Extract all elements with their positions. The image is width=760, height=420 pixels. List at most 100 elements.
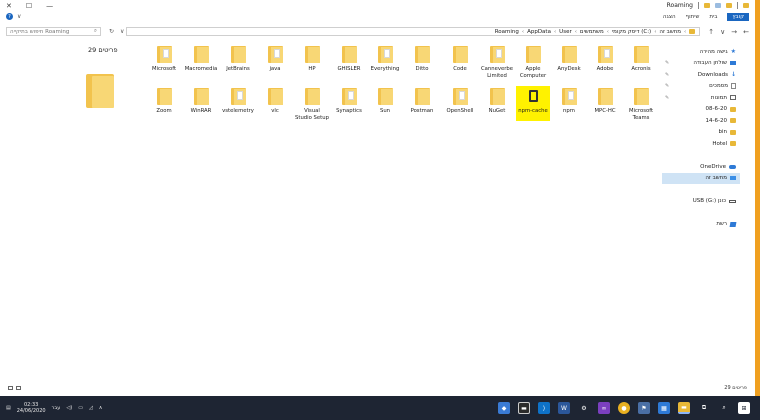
nav-item[interactable]: מחשב זה (662, 172, 740, 184)
address-dropdown-icon[interactable]: ∨ (120, 28, 124, 35)
task-view-icon[interactable]: ⧉ (698, 402, 710, 414)
start-icon[interactable]: ⊞ (738, 402, 750, 414)
visual-studio-icon[interactable]: ∞ (598, 402, 610, 414)
nav-item[interactable]: 08-6-20 (662, 104, 740, 116)
nav-item-label: bin (718, 129, 727, 136)
vscode-icon[interactable]: ⟩ (538, 402, 550, 414)
search-input[interactable]: חיפוש בתיקייה Roaming ⌕ (6, 27, 101, 36)
nav-item[interactable]: OneDrive (662, 161, 740, 173)
folder-label: Zoom (156, 108, 172, 114)
folder-item[interactable]: Postman (407, 88, 437, 115)
folder-label: Apple Computer (519, 66, 547, 79)
folder-icon (597, 46, 613, 63)
folder-item[interactable]: HP (297, 46, 327, 73)
folder-item[interactable]: GHISLER (334, 46, 364, 73)
folder-item[interactable]: JetBrains (223, 46, 253, 73)
folder-item[interactable]: Microsoft Teams (626, 88, 656, 121)
store-icon[interactable]: ▦ (658, 402, 670, 414)
close-button[interactable]: ✕ (6, 2, 12, 10)
folder-icon (597, 88, 613, 105)
folder-item[interactable]: MPC-HC (590, 88, 620, 115)
nav-item[interactable]: USB (G:) כונן (662, 196, 740, 208)
help-icon[interactable]: ? (6, 13, 13, 20)
tab-file[interactable]: קובץ (727, 12, 749, 21)
ribbon-collapse-icon[interactable]: ∨ (17, 13, 21, 20)
app-icon-8[interactable]: ⚑ (638, 402, 650, 414)
network-icon[interactable]: ◿ (89, 405, 93, 411)
download-icon: ↓ (730, 71, 736, 79)
tab-view[interactable]: הצגה (663, 14, 676, 20)
back-button[interactable]: ← (743, 28, 749, 36)
folder-item[interactable]: vlc (260, 88, 290, 115)
breadcrumb-users[interactable]: משתמשים (580, 29, 604, 35)
tab-share[interactable]: שיתוף (686, 14, 700, 20)
folder-item[interactable]: AnyDesk (554, 46, 584, 73)
folder-item[interactable]: Apple Computer (518, 46, 548, 79)
folder-item[interactable]: NuGet (482, 88, 512, 115)
folder-label: NuGet (488, 108, 506, 114)
folder-item[interactable]: npm-cache (518, 88, 548, 115)
app-icon-1[interactable]: ◆ (498, 402, 510, 414)
nav-item[interactable]: 14-6-20 (662, 115, 740, 127)
folder-item[interactable]: Synaptics (334, 88, 364, 115)
properties-icon[interactable] (715, 3, 721, 8)
tray-overflow-icon[interactable]: ∧ (99, 405, 103, 411)
folder-item[interactable]: Zoom (149, 88, 179, 115)
forward-button[interactable]: → (731, 28, 737, 36)
maximize-button[interactable]: ☐ (26, 2, 32, 10)
breadcrumb-local-disk[interactable]: דיסק מקומי (C:) (612, 29, 651, 35)
nav-item[interactable]: רשת (662, 219, 740, 231)
breadcrumb-roaming[interactable]: Roaming (495, 29, 519, 35)
history-dropdown-button[interactable]: ∨ (720, 28, 725, 36)
nav-item[interactable]: גישה מהירה ★ (662, 46, 740, 58)
folder-icon (156, 88, 172, 105)
volume-icon[interactable]: ◁) (66, 405, 72, 411)
breadcrumb-user[interactable]: User (559, 29, 572, 35)
folder-item[interactable]: Everything (370, 46, 400, 73)
folder-item[interactable]: Canneverbe Limited (481, 46, 513, 79)
nav-item[interactable]: ✎ מסמכים (662, 81, 740, 93)
folder-item[interactable]: Adobe (590, 46, 620, 73)
search-icon[interactable]: ⌕ (718, 402, 730, 414)
tab-home[interactable]: בית (709, 14, 717, 20)
breadcrumb-this-pc[interactable]: מחשב זה (659, 29, 681, 35)
new-folder-icon[interactable] (726, 3, 732, 8)
settings-icon[interactable]: ⚙ (578, 402, 590, 414)
nav-item[interactable]: bin (662, 127, 740, 139)
breadcrumb-appdata[interactable]: AppData (527, 29, 551, 35)
folder-item[interactable]: Sun (370, 88, 400, 115)
folder-item[interactable]: Visual Studio Setup (295, 88, 329, 121)
folder-item[interactable]: Acronis (626, 46, 656, 73)
folder-item[interactable]: npm (554, 88, 584, 115)
notifications-icon[interactable]: ▤ (6, 405, 11, 411)
nav-item[interactable]: ✎ שולחן העבודה (662, 58, 740, 70)
star-icon: ★ (730, 48, 736, 56)
quick-access-folder-icon[interactable] (704, 3, 710, 8)
address-bar[interactable]: Roaming ‹ AppData ‹ User ‹ משתמשים ‹ דיס… (126, 27, 701, 36)
chrome-icon[interactable]: ● (618, 402, 630, 414)
folder-item[interactable]: Microsoft (149, 46, 179, 73)
folder-item[interactable]: OpenShell (445, 88, 475, 115)
file-explorer-icon[interactable]: ▬ (678, 402, 690, 414)
folder-item[interactable]: Macromedia (185, 46, 217, 73)
large-icons-view-icon[interactable] (16, 385, 21, 390)
up-button[interactable]: ↑ (708, 28, 714, 36)
folder-item[interactable]: vstelemetry (222, 88, 254, 115)
language-indicator[interactable]: עבר (52, 405, 61, 411)
refresh-icon[interactable]: ↻ (109, 28, 114, 35)
folder-item[interactable]: Ditto (407, 46, 437, 73)
nav-item[interactable]: ✎ תמונות (662, 92, 740, 104)
word-icon[interactable]: W (558, 402, 570, 414)
details-view-icon[interactable] (8, 385, 13, 390)
nav-item[interactable]: ✎ Downloads ↓ (662, 69, 740, 81)
folder-item[interactable]: Code (445, 46, 475, 73)
folder-item[interactable]: WinRAR (186, 88, 216, 115)
battery-icon[interactable]: ▭ (78, 405, 83, 411)
minimize-button[interactable]: — (46, 2, 53, 10)
app-icon-2[interactable]: ▬ (518, 402, 530, 414)
document-icon (731, 83, 736, 90)
folder-item[interactable]: java (260, 46, 290, 73)
nav-item[interactable]: Hotel (662, 138, 740, 150)
clock[interactable]: 02:33 24/06/2020 (17, 402, 46, 414)
